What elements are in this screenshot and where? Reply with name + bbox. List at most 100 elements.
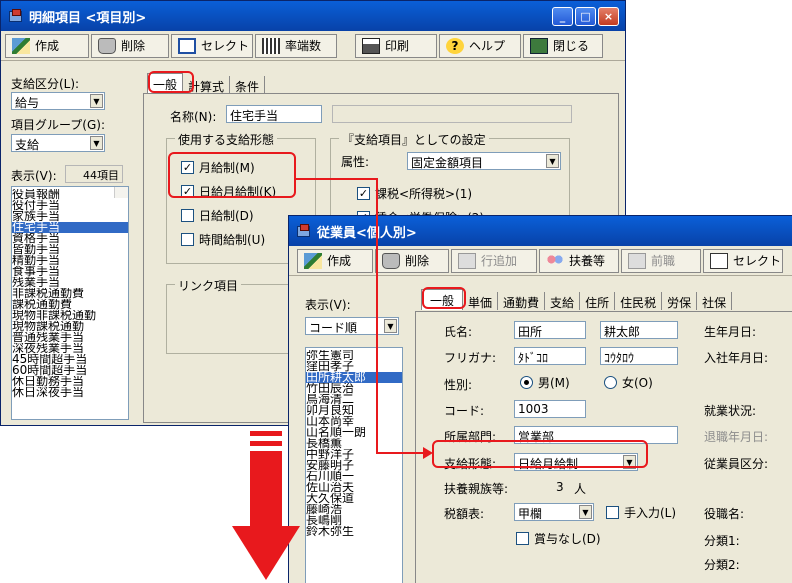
list-item[interactable]: 資格手当 — [12, 233, 128, 244]
check-hourly[interactable]: 時間給制(U) — [181, 231, 265, 248]
chevron-down-icon[interactable]: ▼ — [623, 455, 636, 469]
checkbox-icon[interactable] — [181, 233, 194, 246]
check-daily-monthly[interactable]: ✓ 日給月給制(K) — [181, 183, 276, 200]
checkbox-icon[interactable] — [606, 506, 619, 519]
dept-field[interactable]: 営業部 — [514, 426, 678, 444]
kana-given-field[interactable]: ｺｳﾀﾛｳ — [600, 347, 678, 365]
list-item[interactable]: 休日深夜手当 — [12, 387, 128, 398]
list-item[interactable]: 役員報酬 — [12, 189, 128, 200]
list-item[interactable]: 住宅手当 — [12, 222, 128, 233]
list-item[interactable]: 家族手当 — [12, 211, 128, 222]
list-item[interactable]: 山本尚幸 — [306, 416, 402, 427]
chevron-down-icon[interactable]: ▼ — [579, 505, 592, 519]
help-button[interactable]: ? ヘルプ — [439, 33, 521, 58]
list-item[interactable]: 非課税通勤費 — [12, 288, 128, 299]
create-button[interactable]: 作成 — [5, 33, 89, 58]
chevron-down-icon[interactable]: ▼ — [90, 136, 103, 150]
close-button[interactable]: 閉じる — [523, 33, 603, 58]
list-item[interactable]: 安藤明子 — [306, 460, 402, 471]
list-item[interactable]: 普通残業手当 — [12, 332, 128, 343]
tax-table-select[interactable]: 甲欄 ▼ — [514, 503, 594, 521]
list-item[interactable]: 窪田孝子 — [306, 361, 402, 372]
list-item[interactable]: 鳥海清二 — [306, 394, 402, 405]
list-item[interactable]: 役付手当 — [12, 200, 128, 211]
given-name-field[interactable]: 耕太郎 — [600, 321, 678, 339]
chevron-down-icon[interactable]: ▼ — [90, 94, 103, 108]
checkbox-checked-icon[interactable]: ✓ — [181, 161, 194, 174]
list-item[interactable]: 石川順一 — [306, 471, 402, 482]
minimize-button[interactable]: _ — [552, 7, 573, 26]
select-button[interactable]: セレクト — [703, 248, 783, 273]
list-item[interactable]: 課税通勤費 — [12, 299, 128, 310]
checkbox-icon[interactable] — [516, 532, 529, 545]
item-list[interactable]: 役員報酬 役付手当 家族手当 住宅手当 資格手当 皆勤手当 精勤手当 食事手当 残業手当 非課税通… — [11, 186, 129, 420]
list-item[interactable]: 大久保道 — [306, 493, 402, 504]
check-daily[interactable]: 日給制(D) — [181, 207, 254, 224]
name-field[interactable]: 住宅手当 — [226, 105, 322, 123]
check-manual-input[interactable]: 手入力(L) — [606, 504, 676, 521]
order-select[interactable]: コード順 ▼ — [305, 317, 399, 335]
checkbox-checked-icon[interactable]: ✓ — [357, 187, 370, 200]
item-detail-titlebar[interactable]: 明細項目 <項目別> _ □ × — [1, 1, 625, 31]
radio-female[interactable]: 女(O) — [604, 374, 653, 391]
tab-general[interactable]: 一般 — [421, 289, 464, 310]
list-item[interactable]: 深夜残業手当 — [12, 343, 128, 354]
chevron-down-icon[interactable]: ▼ — [384, 319, 397, 333]
chevron-down-icon[interactable]: ▼ — [546, 154, 559, 168]
list-item[interactable]: 卯月良知 — [306, 405, 402, 416]
tab-commute[interactable]: 通勤費 — [498, 292, 546, 310]
check-monthly[interactable]: ✓ 月給制(M) — [181, 159, 255, 176]
list-item[interactable]: 皆勤手当 — [12, 244, 128, 255]
radio-male[interactable]: 男(M) — [520, 374, 570, 391]
list-item[interactable]: 現物課税通勤 — [12, 321, 128, 332]
tab-social-insurance[interactable]: 社保 — [697, 292, 733, 310]
employee-list[interactable]: 弥生憲司 窪田孝子 田所耕太郎 竹田辰治 鳥海清二 卯月良知 山本尚幸 山名順一朗 長橋薫 中野洋… — [305, 347, 403, 583]
list-item[interactable]: 休日勤務手当 — [12, 376, 128, 387]
radio-selected-icon[interactable] — [520, 376, 533, 389]
code-field[interactable]: 1003 — [514, 400, 586, 418]
select-button[interactable]: セレクト — [171, 33, 253, 58]
list-item[interactable]: 残業手当 — [12, 277, 128, 288]
radio-icon[interactable] — [604, 376, 617, 389]
list-item[interactable]: 食事手当 — [12, 266, 128, 277]
list-item[interactable]: 長嶋剛 — [306, 515, 402, 526]
delete-button[interactable]: 削除 — [375, 248, 449, 273]
item-list-scrollbar[interactable] — [114, 187, 128, 198]
tab-unit-price[interactable]: 単価 — [463, 292, 499, 310]
surname-field[interactable]: 田所 — [514, 321, 586, 339]
list-item[interactable]: 60時間超手当 — [12, 365, 128, 376]
list-item[interactable]: 田所耕太郎 — [306, 372, 402, 383]
tab-formula[interactable]: 計算式 — [183, 76, 231, 94]
attribute-select[interactable]: 固定金額項目 ▼ — [407, 152, 561, 170]
payment-type-select[interactable]: 日給月給制 ▼ — [514, 453, 638, 471]
create-button[interactable]: 作成 — [297, 248, 373, 273]
check-no-bonus[interactable]: 賞与なし(D) — [516, 530, 601, 547]
print-button[interactable]: 印刷 — [355, 33, 437, 58]
employee-titlebar[interactable]: 従業員<個人別> — [289, 216, 792, 246]
tab-payment[interactable]: 支給 — [545, 292, 581, 310]
list-item[interactable]: 現物非課税通勤 — [12, 310, 128, 321]
tab-labor-insurance[interactable]: 労保 — [662, 292, 698, 310]
tab-general[interactable]: 一般 — [147, 73, 184, 94]
list-item[interactable]: 佐山治夫 — [306, 482, 402, 493]
list-item[interactable]: 45時間超手当 — [12, 354, 128, 365]
list-item[interactable]: 精勤手当 — [12, 255, 128, 266]
delete-button[interactable]: 削除 — [91, 33, 169, 58]
dependents-button[interactable]: 扶養等 — [539, 248, 619, 273]
add-row-button[interactable]: 行追加 — [451, 248, 537, 273]
check-tax[interactable]: ✓ 課税<所得税>(1) — [357, 185, 472, 202]
kana-surname-field[interactable]: ﾀﾄﾞｺﾛ — [514, 347, 586, 365]
close-window-button[interactable]: × — [598, 7, 619, 26]
list-item[interactable]: 中野洋子 — [306, 449, 402, 460]
tab-condition[interactable]: 条件 — [230, 76, 266, 94]
group-select[interactable]: 支給 ▼ — [11, 134, 105, 152]
maximize-button[interactable]: □ — [575, 7, 596, 26]
tab-resident-tax[interactable]: 住民税 — [615, 292, 663, 310]
kubun-select[interactable]: 給与 ▼ — [11, 92, 105, 110]
list-item[interactable]: 弥生憲司 — [306, 350, 402, 361]
previous-job-button[interactable]: 前職 — [621, 248, 701, 273]
checkbox-icon[interactable] — [181, 209, 194, 222]
list-item[interactable]: 山名順一朗 — [306, 427, 402, 438]
list-item[interactable]: 竹田辰治 — [306, 383, 402, 394]
list-item[interactable]: 藤崎浩 — [306, 504, 402, 515]
